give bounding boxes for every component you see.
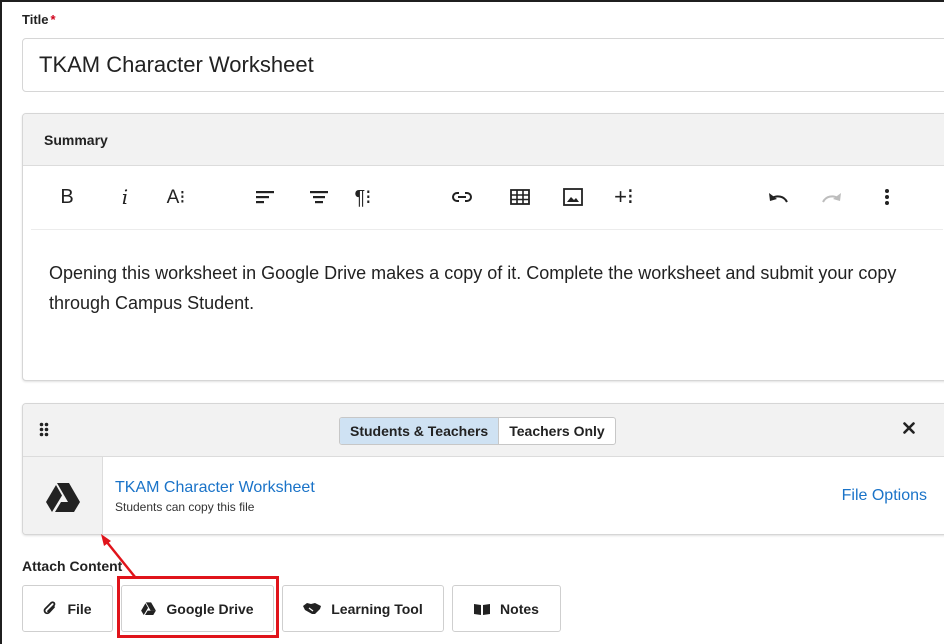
title-label: Title * xyxy=(22,12,56,27)
summary-body[interactable]: Opening this worksheet in Google Drive m… xyxy=(23,230,944,346)
title-input[interactable]: TKAM Character Worksheet xyxy=(22,38,944,92)
table-button[interactable] xyxy=(507,180,533,214)
attachment-header: Students & Teachers Teachers Only xyxy=(23,404,944,457)
editor-toolbar: B i A⁝ ¶⁝ +⁝ xyxy=(31,166,943,230)
image-button[interactable] xyxy=(560,180,586,214)
remove-attachment-button[interactable] xyxy=(903,421,915,439)
drag-handle-icon[interactable] xyxy=(39,422,49,442)
align-left-icon xyxy=(256,191,274,204)
visibility-students-teachers[interactable]: Students & Teachers xyxy=(340,418,499,444)
attach-file-label: File xyxy=(67,600,92,617)
required-marker: * xyxy=(50,12,56,27)
book-icon xyxy=(474,603,491,615)
table-icon xyxy=(510,189,530,205)
kebab-menu-icon xyxy=(885,189,889,205)
font-size-button[interactable]: A⁝ xyxy=(161,180,191,214)
file-copy-note: Students can copy this file xyxy=(115,500,255,514)
attachment-type-cell xyxy=(23,457,103,534)
more-options-button[interactable] xyxy=(877,180,897,214)
google-drive-icon xyxy=(45,482,80,512)
summary-header: Summary xyxy=(23,114,944,166)
attach-notes-label: Notes xyxy=(500,600,539,617)
highlight-box xyxy=(117,576,279,638)
file-options-link[interactable]: File Options xyxy=(842,487,927,505)
paragraph-button[interactable]: ¶⁝ xyxy=(349,180,377,214)
undo-icon xyxy=(769,193,788,203)
redo-icon xyxy=(822,193,841,203)
handshake-icon xyxy=(303,603,322,614)
paperclip-icon xyxy=(44,601,56,615)
visibility-teachers-only[interactable]: Teachers Only xyxy=(498,418,614,444)
attach-notes-button[interactable]: Notes xyxy=(452,585,561,632)
redo-button[interactable] xyxy=(819,180,845,214)
close-icon xyxy=(903,422,915,434)
attach-learning-tool-label: Learning Tool xyxy=(331,600,423,617)
undo-button[interactable] xyxy=(765,180,791,214)
attachment-card: Students & Teachers Teachers Only TKAM C… xyxy=(22,403,944,535)
align-center-button[interactable] xyxy=(307,180,331,214)
insert-more-button[interactable]: +⁝ xyxy=(609,180,639,214)
bold-button[interactable]: B xyxy=(57,180,77,214)
align-center-icon xyxy=(310,191,328,204)
link-button[interactable] xyxy=(449,180,475,214)
link-icon xyxy=(452,192,472,202)
align-left-button[interactable] xyxy=(253,180,277,214)
visibility-toggle: Students & Teachers Teachers Only xyxy=(339,417,616,445)
summary-editor: Summary B i A⁝ ¶⁝ +⁝ Opening this worksh… xyxy=(22,113,944,381)
attachment-body: TKAM Character Worksheet Students can co… xyxy=(23,457,944,534)
italic-button[interactable]: i xyxy=(115,180,135,214)
attach-learning-tool-button[interactable]: Learning Tool xyxy=(282,585,444,632)
attach-content-label: Attach Content xyxy=(22,558,123,574)
attach-file-button[interactable]: File xyxy=(22,585,113,632)
image-icon xyxy=(563,188,583,206)
attached-file-link[interactable]: TKAM Character Worksheet xyxy=(115,479,315,497)
